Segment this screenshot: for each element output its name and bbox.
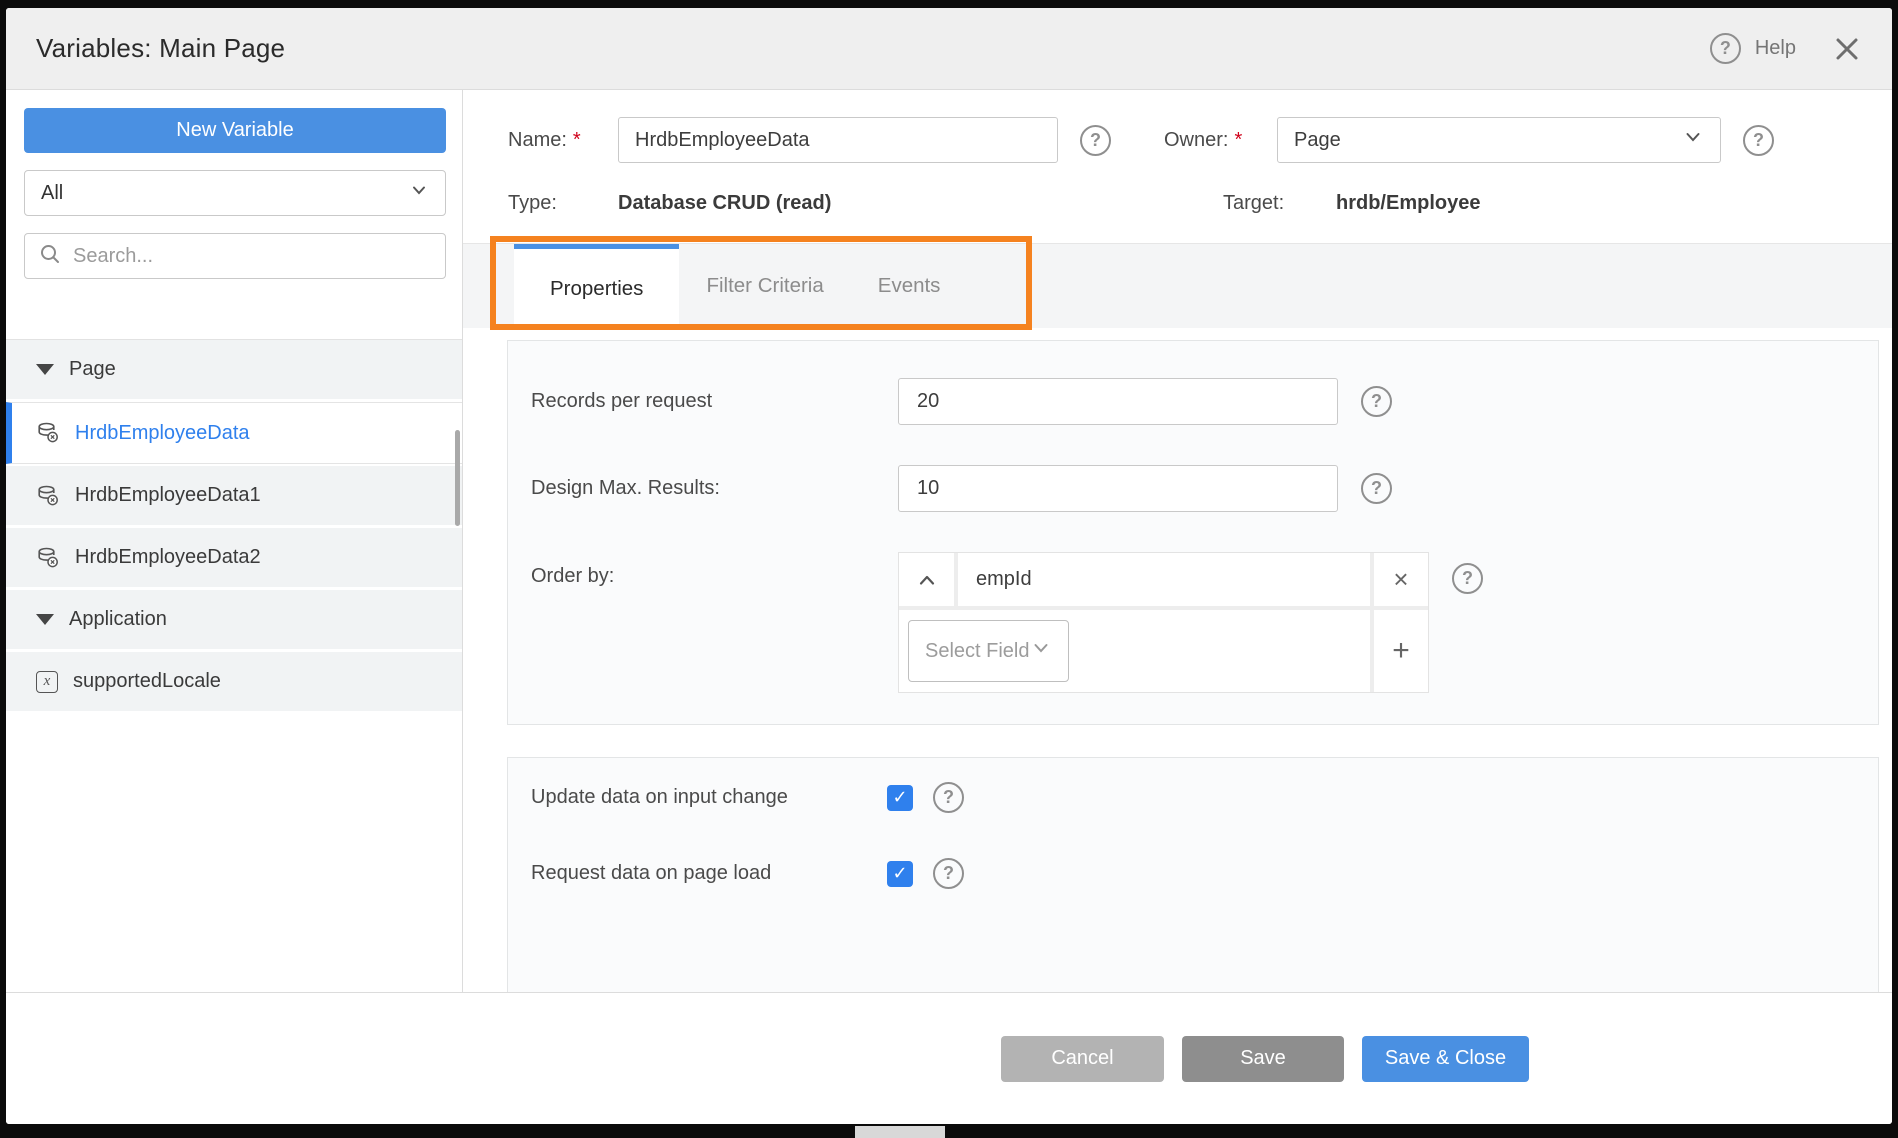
name-field[interactable]: [618, 117, 1058, 163]
records-per-request-help-icon[interactable]: [1361, 386, 1392, 417]
required-asterisk: [1228, 129, 1242, 152]
new-variable-button[interactable]: New Variable: [24, 108, 446, 153]
screen: Variables: Main Page Help New Variable A…: [0, 0, 1898, 1138]
chevron-down-icon: [409, 180, 429, 206]
dialog-header: Variables: Main Page Help: [6, 8, 1892, 90]
request-on-page-load-checkbox[interactable]: [887, 861, 913, 887]
select-field-placeholder: Select Field: [925, 640, 1030, 663]
select-field-dropdown[interactable]: Select Field: [908, 620, 1069, 682]
order-by-label: Order by:: [531, 565, 898, 588]
tree-item-label: HrdbEmployeeData: [75, 422, 250, 445]
variable-summary-form: Name: Owner: Page: [463, 90, 1892, 215]
update-on-input-change-label: Update data on input change: [531, 786, 887, 809]
request-on-page-load-label: Request data on page load: [531, 862, 887, 885]
cancel-button[interactable]: Cancel: [1001, 1036, 1164, 1082]
variable-filter-dropdown[interactable]: All: [24, 170, 446, 216]
variables-sidebar: New Variable All Page: [6, 90, 463, 992]
chevron-down-icon: [1030, 637, 1052, 665]
variable-search[interactable]: [24, 233, 446, 279]
editor-tabs: Properties Filter Criteria Events: [463, 243, 1892, 328]
search-input[interactable]: [73, 245, 431, 268]
add-order-field-button[interactable]: +: [1374, 610, 1428, 692]
close-icon[interactable]: [1832, 34, 1862, 64]
order-by-widget: empId × Select Field: [898, 552, 1429, 693]
tree-item-label: HrdbEmployeeData2: [75, 546, 261, 569]
required-asterisk: [567, 129, 581, 152]
search-icon: [39, 243, 61, 270]
design-max-results-field[interactable]: [898, 465, 1338, 512]
database-crud-variable-icon: [36, 546, 60, 570]
design-max-results-help-icon[interactable]: [1361, 473, 1392, 504]
remove-order-field-button[interactable]: ×: [1374, 553, 1428, 606]
order-by-select-cell: Select Field: [899, 610, 1370, 692]
type-label: Type:: [508, 192, 618, 215]
tree-group-page[interactable]: Page: [6, 340, 462, 402]
owner-dropdown[interactable]: Page: [1277, 117, 1721, 163]
collapse-caret-icon[interactable]: [36, 614, 54, 625]
properties-tab-content: Records per request Design Max. Results:…: [463, 328, 1892, 992]
tree-item-hrdbemployeedata1[interactable]: HrdbEmployeeData1: [6, 466, 462, 528]
background-app-fragment: [855, 1126, 945, 1138]
behavior-settings-panel: Update data on input change Request data…: [507, 757, 1879, 992]
variable-editor-main: Name: Owner: Page: [463, 90, 1892, 992]
save-and-close-button[interactable]: Save & Close: [1362, 1036, 1529, 1082]
database-crud-variable-icon: [36, 421, 60, 445]
sidebar-scrollbar-thumb[interactable]: [455, 430, 460, 526]
name-help-icon[interactable]: [1080, 125, 1111, 156]
collapse-caret-icon[interactable]: [36, 364, 54, 375]
owner-label: Owner:: [1164, 129, 1277, 152]
tree-group-label: Page: [69, 358, 116, 381]
tree-item-hrdbemployeedata[interactable]: HrdbEmployeeData: [6, 402, 462, 464]
tab-properties[interactable]: Properties: [514, 244, 679, 328]
owner-help-icon[interactable]: [1743, 125, 1774, 156]
dialog-footer: Cancel Save Save & Close: [6, 992, 1892, 1124]
variables-dialog: Variables: Main Page Help New Variable A…: [6, 8, 1892, 1124]
design-max-results-label: Design Max. Results:: [531, 477, 898, 500]
records-per-request-field[interactable]: [898, 378, 1338, 425]
order-by-field-value: empId: [958, 553, 1370, 606]
chevron-down-icon: [1682, 126, 1704, 154]
tree-item-label: HrdbEmployeeData1: [75, 484, 261, 507]
tab-filter-criteria[interactable]: Filter Criteria: [679, 244, 850, 328]
tree-group-label: Application: [69, 608, 167, 631]
help-icon[interactable]: [1710, 33, 1741, 64]
save-button[interactable]: Save: [1182, 1036, 1344, 1082]
records-per-request-label: Records per request: [531, 390, 898, 413]
help-link[interactable]: Help: [1755, 37, 1796, 60]
update-on-input-change-checkbox[interactable]: [887, 785, 913, 811]
tree-item-label: supportedLocale: [73, 670, 221, 693]
target-label: Target:: [1223, 192, 1336, 215]
variables-tree: Page HrdbEmployeeData HrdbEmployeeData1: [6, 339, 462, 714]
tab-events[interactable]: Events: [851, 244, 968, 328]
request-on-page-load-help-icon[interactable]: [933, 858, 964, 889]
order-by-help-icon[interactable]: [1452, 563, 1483, 594]
tree-item-hrdbemployeedata2[interactable]: HrdbEmployeeData2: [6, 528, 462, 590]
name-label: Name:: [508, 129, 618, 152]
target-value: hrdb/Employee: [1336, 192, 1480, 215]
tree-item-supportedlocale[interactable]: x supportedLocale: [6, 652, 462, 714]
variable-filter-value: All: [41, 182, 63, 205]
static-variable-icon: x: [36, 671, 58, 693]
dialog-title: Variables: Main Page: [36, 33, 285, 64]
data-settings-panel: Records per request Design Max. Results:…: [507, 340, 1879, 725]
tree-group-application[interactable]: Application: [6, 590, 462, 652]
update-on-input-change-help-icon[interactable]: [933, 782, 964, 813]
sort-ascending-toggle[interactable]: [899, 553, 954, 606]
owner-value: Page: [1294, 129, 1341, 152]
database-crud-variable-icon: [36, 484, 60, 508]
type-value: Database CRUD (read): [618, 192, 1223, 215]
